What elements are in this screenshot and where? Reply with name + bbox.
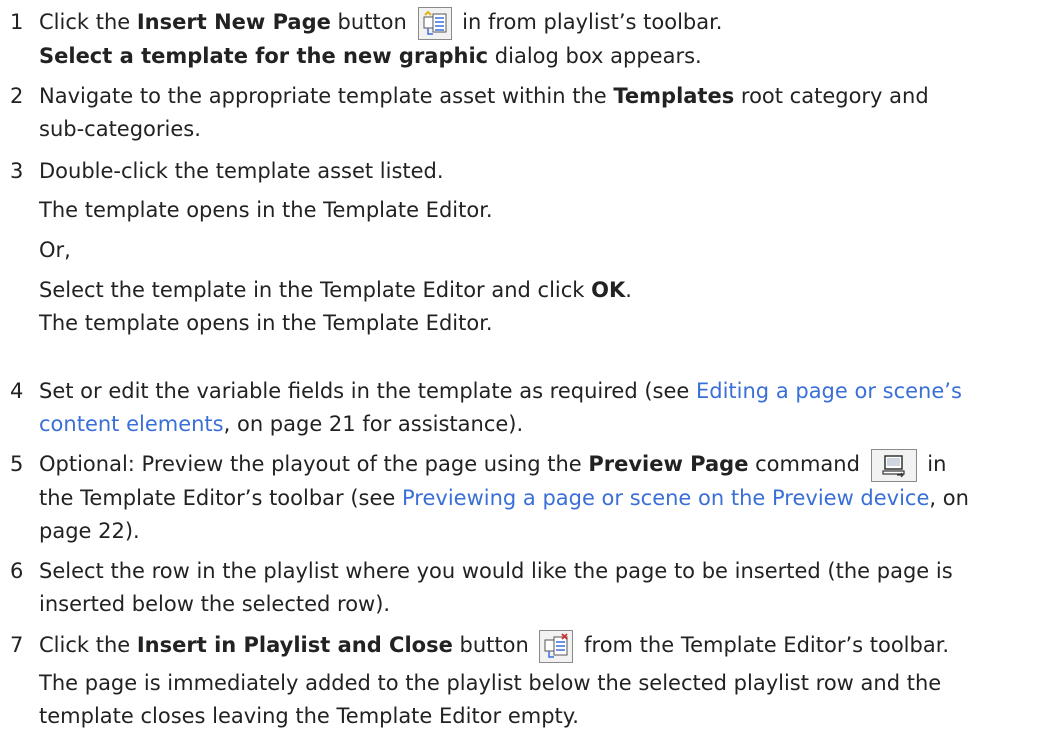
step-line: Set or edit the variable fields in the t… <box>39 379 962 403</box>
step-line: the Template Editor’s toolbar (see Previ… <box>39 485 969 510</box>
step-line: The template opens in the Template Edito… <box>39 198 493 222</box>
step-line: page 22). <box>39 518 140 543</box>
step-line: Navigate to the appropriate template ass… <box>39 84 929 108</box>
bold-term: OK <box>591 278 626 302</box>
step-line: Select the template in the Template Edit… <box>39 278 632 302</box>
insert-in-playlist-and-close-icon <box>539 629 574 663</box>
step-line: Optional: Preview the playout of the pag… <box>39 448 1040 482</box>
step-line: content elements, on page 21 for assista… <box>39 412 524 436</box>
step-number: 1 <box>10 10 24 34</box>
bold-term: Insert in Playlist and Close <box>136 633 453 657</box>
preview-page-icon <box>870 448 917 482</box>
step-line: Double-click the template asset listed. <box>39 159 444 183</box>
step-line: Select a template for the new graphic di… <box>39 43 702 68</box>
step-line: Click the Insert New Page button in from… <box>39 6 1040 40</box>
editing-content-elements-link-cont[interactable]: content elements <box>39 412 224 436</box>
step-line: sub-categories. <box>39 117 201 141</box>
bold-term: Select a template for the new graphic <box>39 43 489 68</box>
bold-term: Preview Page <box>588 452 749 476</box>
step-line: Select the row in the playlist where you… <box>39 559 953 583</box>
step-line: The page is immediately added to the pla… <box>39 670 942 695</box>
step-line: inserted below the selected row). <box>39 592 391 616</box>
bold-term: Insert New Page <box>136 10 331 34</box>
step-line: The template opens in the Template Edito… <box>39 311 493 335</box>
step-number: 6 <box>10 559 24 583</box>
insert-new-page-icon <box>417 6 452 40</box>
step-number: 5 <box>10 452 24 476</box>
step-number: 2 <box>10 84 24 108</box>
bold-term: Templates <box>613 84 735 108</box>
step-number: 3 <box>10 159 24 183</box>
step-number: 7 <box>10 633 24 657</box>
step-line: Click the Insert in Playlist and Close b… <box>39 629 1040 663</box>
step-line: Or, <box>39 238 71 262</box>
editing-content-elements-link[interactable]: Editing a page or scene’s <box>696 379 962 403</box>
step-number: 4 <box>10 379 24 403</box>
step-line: template closes leaving the Template Edi… <box>39 703 579 728</box>
previewing-page-link[interactable]: Previewing a page or scene on the Previe… <box>402 486 929 510</box>
